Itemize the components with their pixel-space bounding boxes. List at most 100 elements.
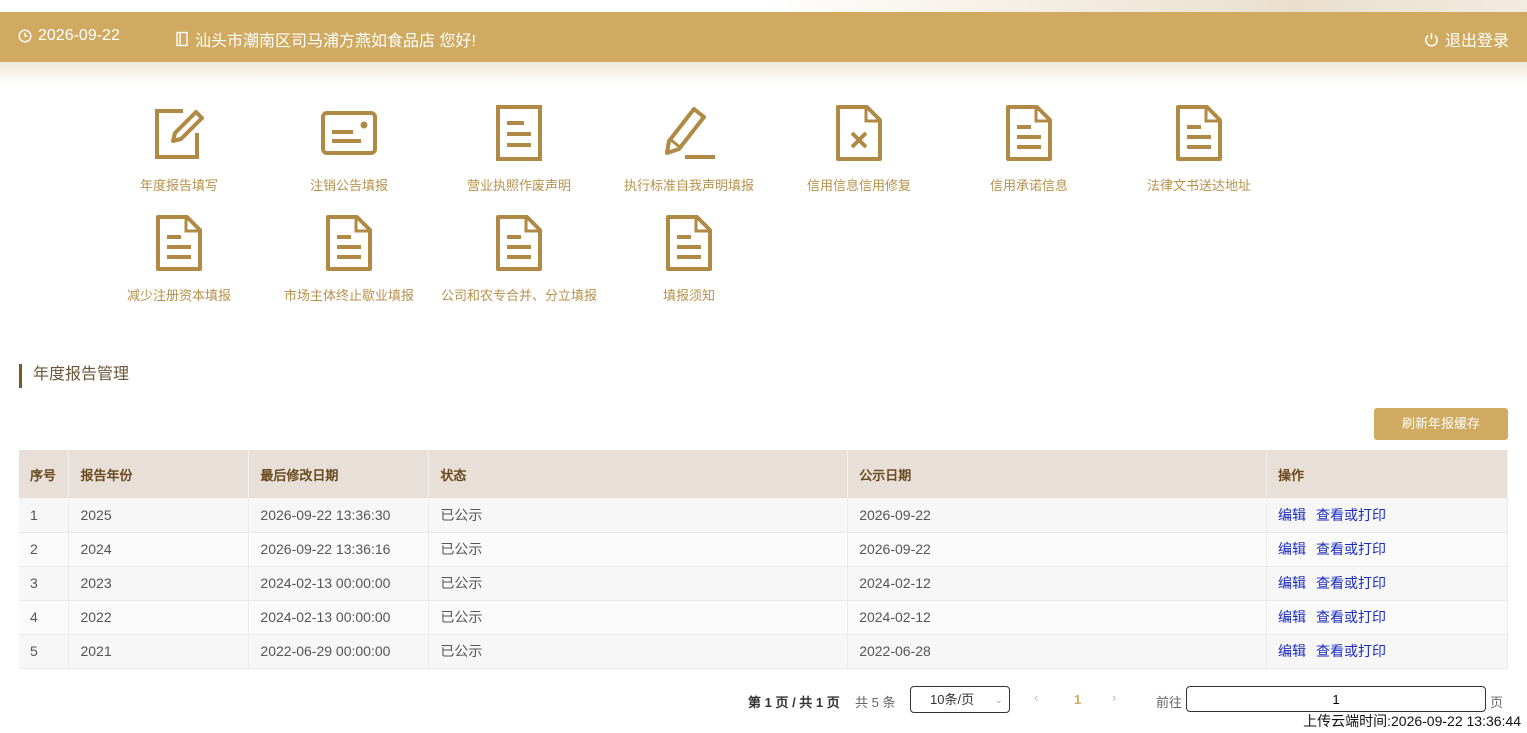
cell-status: 已公示: [428, 600, 849, 635]
total-count: 共 5 条: [855, 695, 896, 710]
menu-label: 执行标准自我声明填报: [623, 178, 754, 193]
menu-filing-notice[interactable]: 填报须知: [604, 213, 774, 304]
page-size-value: 10条/页: [930, 692, 975, 707]
document-icon: [659, 213, 719, 273]
menu-annual-report[interactable]: 年度报告填写: [94, 103, 264, 194]
power-icon: [1424, 32, 1439, 47]
column-header-modified[interactable]: 最后修改日期: [248, 450, 430, 498]
logout-button[interactable]: 退出登录: [1424, 27, 1509, 51]
table-row: 1 2025 2026-09-22 13:36:30 已公示 2026-09-2…: [19, 498, 1508, 533]
cell-modified: 2024-02-13 00:00:00: [248, 600, 430, 635]
edit-link[interactable]: 编辑: [1278, 575, 1306, 591]
page-number-current[interactable]: 1: [1074, 692, 1081, 707]
book-icon: [175, 31, 189, 47]
cell-actions: 编辑 查看或打印: [1266, 600, 1508, 635]
edit-link[interactable]: 编辑: [1278, 643, 1306, 659]
edit-link[interactable]: 编辑: [1278, 541, 1306, 557]
menu-deregistration-notice[interactable]: 注销公告填报: [264, 103, 434, 194]
cell-status: 已公示: [428, 634, 849, 669]
cell-status: 已公示: [428, 566, 849, 601]
document-icon: [149, 213, 209, 273]
menu-reduce-capital[interactable]: 减少注册资本填报: [94, 213, 264, 304]
menu-label: 公司和农专合并、分立填报: [440, 288, 597, 303]
menu-credit-commitment[interactable]: 信用承诺信息: [944, 103, 1114, 194]
cell-no: 2: [19, 532, 70, 567]
table-row: 3 2023 2024-02-13 00:00:00 已公示 2024-02-1…: [19, 566, 1508, 601]
goto-page-input[interactable]: [1186, 686, 1486, 712]
menu-terminate-business[interactable]: 市场主体终止歇业填报: [264, 213, 434, 304]
logout-label: 退出登录: [1444, 33, 1509, 50]
cell-publish-date: 2024-02-12: [847, 600, 1268, 635]
document-icon: [319, 213, 379, 273]
document-x-icon: [829, 103, 889, 163]
menu-label: 营业执照作废声明: [466, 178, 571, 193]
header-date-text: 2026-09-22: [38, 27, 120, 44]
menu-label: 信用承诺信息: [989, 178, 1068, 193]
cell-actions: 编辑 查看或打印: [1266, 634, 1508, 669]
menu-license-void[interactable]: 营业执照作废声明: [434, 103, 604, 194]
view-print-link[interactable]: 查看或打印: [1316, 541, 1386, 557]
menu-label: 注销公告填报: [309, 178, 388, 193]
cell-no: 3: [19, 566, 70, 601]
cell-actions: 编辑 查看或打印: [1266, 498, 1508, 533]
view-print-link[interactable]: 查看或打印: [1316, 507, 1386, 523]
goto-label: 前往: [1156, 695, 1183, 710]
header-subbar: [0, 62, 1527, 84]
upload-time: 上传云端时间:2026-09-22 13:36:44: [1303, 713, 1521, 729]
document-icon: [999, 103, 1059, 163]
edit-link[interactable]: 编辑: [1278, 609, 1306, 625]
top-decor-strip: [0, 0, 1527, 12]
cell-actions: 编辑 查看或打印: [1266, 566, 1508, 601]
chevron-down-icon: ⌄: [994, 695, 1003, 706]
cell-no: 1: [19, 498, 70, 533]
column-header-year[interactable]: 报告年份: [68, 450, 250, 498]
table-row: 2 2024 2026-09-22 13:36:16 已公示 2026-09-2…: [19, 532, 1508, 567]
page-suffix: 页: [1490, 695, 1504, 710]
menu-credit-repair[interactable]: 信用信息信用修复: [774, 103, 944, 194]
cell-no: 4: [19, 600, 70, 635]
document-icon: [1169, 103, 1229, 163]
view-print-link[interactable]: 查看或打印: [1316, 643, 1386, 659]
menu-label: 信用信息信用修复: [806, 178, 911, 193]
cell-year: 2023: [68, 566, 250, 601]
cell-year: 2024: [68, 532, 250, 567]
id-card-icon: [319, 103, 379, 163]
document-icon: [489, 103, 549, 163]
cell-year: 2022: [68, 600, 250, 635]
pagination: 第 1 页 / 共 1 页 共 5 条 10条/页 ⌄ ‹ 1 › 前往 页: [0, 686, 1527, 714]
menu-merger-split[interactable]: 公司和农专合并、分立填报: [434, 213, 604, 304]
page-size-select[interactable]: 10条/页 ⌄: [910, 686, 1010, 713]
edit-link[interactable]: 编辑: [1278, 507, 1306, 523]
menu-legal-address[interactable]: 法律文书送达地址: [1114, 103, 1284, 194]
cell-status: 已公示: [428, 498, 849, 533]
cell-status: 已公示: [428, 532, 849, 567]
cell-actions: 编辑 查看或打印: [1266, 532, 1508, 567]
view-print-link[interactable]: 查看或打印: [1316, 609, 1386, 625]
table-row: 4 2022 2024-02-13 00:00:00 已公示 2024-02-1…: [19, 600, 1508, 635]
menu-label: 年度报告填写: [139, 178, 218, 193]
header-greeting: 汕头市潮南区司马浦方燕如食品店 您好!: [175, 27, 476, 51]
column-header-status[interactable]: 状态: [428, 450, 849, 498]
view-print-link[interactable]: 查看或打印: [1316, 575, 1386, 591]
cell-publish-date: 2026-09-22: [847, 498, 1268, 533]
pencil-icon: [659, 103, 719, 163]
menu-label: 法律文书送达地址: [1146, 178, 1251, 193]
cell-publish-date: 2024-02-12: [847, 566, 1268, 601]
column-header-actions: 操作: [1266, 450, 1508, 498]
cell-modified: 2026-09-22 13:36:30: [248, 498, 430, 533]
menu-label: 填报须知: [662, 288, 715, 303]
document-icon: [489, 213, 549, 273]
table-header-row: 序号 报告年份 最后修改日期 状态 公示日期 操作: [19, 450, 1508, 498]
menu-label: 市场主体终止歇业填报: [283, 288, 414, 303]
column-header-publish-date[interactable]: 公示日期: [847, 450, 1268, 498]
cell-publish-date: 2022-06-28: [847, 634, 1268, 669]
header-date: 2026-09-22: [18, 27, 120, 45]
refresh-cache-button[interactable]: 刷新年报缓存: [1374, 408, 1508, 440]
column-header-no[interactable]: 序号: [19, 450, 70, 498]
header-bar: 2026-09-22 汕头市潮南区司马浦方燕如食品店 您好! 退出登录: [0, 12, 1527, 62]
prev-page-icon[interactable]: ‹: [1034, 690, 1038, 705]
next-page-icon[interactable]: ›: [1112, 690, 1116, 705]
cell-no: 5: [19, 634, 70, 669]
cell-modified: 2024-02-13 00:00:00: [248, 566, 430, 601]
menu-standard-declaration[interactable]: 执行标准自我声明填报: [604, 103, 774, 194]
